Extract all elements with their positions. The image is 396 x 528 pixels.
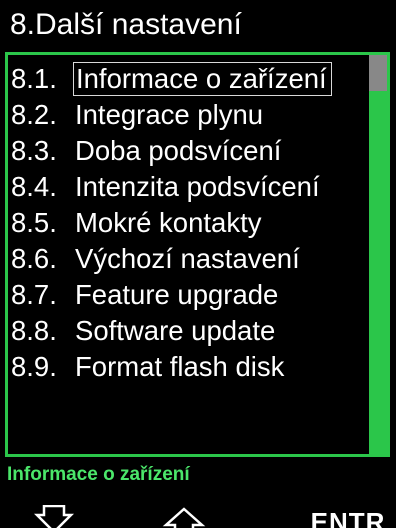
- menu-item-backlight-duration[interactable]: 8.3. Doba podsvícení: [8, 133, 370, 169]
- menu-item-default-settings[interactable]: 8.6. Výchozí nastavení: [8, 241, 370, 277]
- menu-item-software-update[interactable]: 8.8. Software update: [8, 313, 370, 349]
- scrollbar-thumb[interactable]: [369, 55, 387, 91]
- menu-item-number: 8.3.: [11, 135, 57, 166]
- menu-item-label: Software update: [75, 315, 276, 346]
- menu-item-label: Feature upgrade: [75, 279, 279, 310]
- menu-item-format-flash-disk[interactable]: 8.9. Format flash disk: [8, 349, 370, 385]
- enter-softkey[interactable]: ENTR: [300, 505, 396, 528]
- menu-item-number: 8.5.: [11, 207, 57, 238]
- down-softkey[interactable]: [18, 505, 90, 528]
- scrollbar[interactable]: [369, 55, 387, 454]
- menu-item-number: 8.1.: [11, 63, 57, 94]
- menu-item-backlight-intensity[interactable]: 8.4. Intenzita podsvícení: [8, 169, 370, 205]
- menu-item-label: Format flash disk: [75, 351, 285, 382]
- menu-item-number: 8.7.: [11, 279, 57, 310]
- screen-title: 8.Další nastavení: [10, 8, 242, 41]
- menu-item-number: 8.4.: [11, 171, 57, 202]
- menu-item-device-info[interactable]: 8.1. Informace o zařízení: [8, 61, 370, 97]
- menu-item-label: Výchozí nastavení: [75, 243, 300, 274]
- menu-item-number: 8.6.: [11, 243, 57, 274]
- menu-item-number: 8.9.: [11, 351, 57, 382]
- menu-item-label: Informace o zařízení: [73, 62, 332, 96]
- menu-item-wet-contacts[interactable]: 8.5. Mokré kontakty: [8, 205, 370, 241]
- menu-item-label: Integrace plynu: [75, 99, 264, 130]
- up-softkey[interactable]: [148, 505, 220, 528]
- settings-menu: 8.1. Informace o zařízení 8.2. Integrace…: [5, 52, 390, 457]
- menu-list: 8.1. Informace o zařízení 8.2. Integrace…: [8, 61, 370, 385]
- arrow-up-icon: [162, 507, 206, 528]
- menu-item-number: 8.8.: [11, 315, 57, 346]
- menu-item-label: Doba podsvícení: [75, 135, 282, 166]
- menu-item-number: 8.2.: [11, 99, 57, 130]
- menu-item-label: Mokré kontakty: [75, 207, 262, 238]
- selected-item-description: Informace o zařízení: [7, 464, 190, 485]
- menu-item-gas-integration[interactable]: 8.2. Integrace plynu: [8, 97, 370, 133]
- arrow-down-icon: [34, 505, 74, 528]
- menu-item-label: Intenzita podsvícení: [75, 171, 320, 202]
- menu-item-feature-upgrade[interactable]: 8.7. Feature upgrade: [8, 277, 370, 313]
